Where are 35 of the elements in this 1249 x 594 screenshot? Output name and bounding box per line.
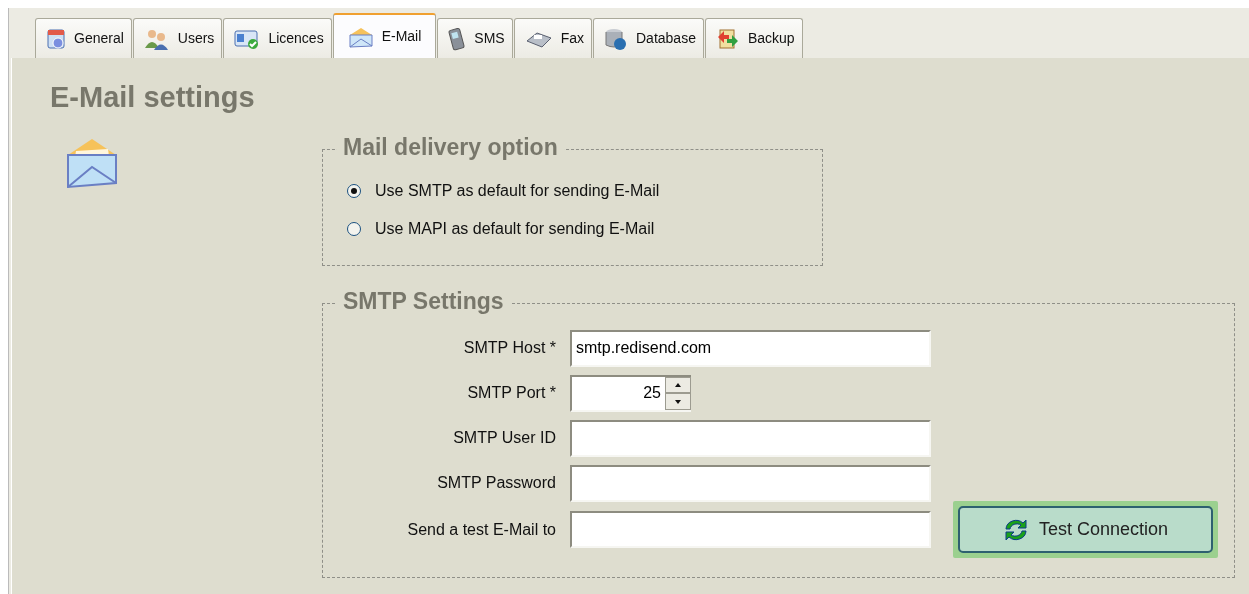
tab[interactable]: Licences bbox=[223, 18, 332, 58]
down-arrow-icon bbox=[675, 399, 681, 404]
tab[interactable]: General bbox=[35, 18, 132, 58]
field-label: SMTP Password bbox=[436, 473, 557, 494]
spin-down-button[interactable] bbox=[665, 393, 691, 410]
field-label: SMTP Host * bbox=[462, 338, 557, 359]
field-label: Send a test E-Mail to bbox=[406, 519, 557, 540]
tab[interactable]: SMS bbox=[437, 18, 513, 58]
phone-icon bbox=[448, 26, 467, 51]
input-field[interactable] bbox=[570, 511, 931, 549]
up-arrow-icon bbox=[675, 383, 681, 388]
database-icon bbox=[604, 26, 628, 51]
id-card-icon bbox=[234, 27, 261, 50]
radio-button[interactable] bbox=[347, 183, 361, 198]
tab[interactable]: Users bbox=[132, 18, 223, 58]
field-label: SMTP User ID bbox=[452, 428, 557, 449]
input-field[interactable] bbox=[570, 419, 931, 457]
refresh-icon bbox=[1002, 517, 1029, 542]
tab[interactable]: Backup bbox=[704, 18, 803, 58]
number-field[interactable]: 25 bbox=[570, 374, 665, 412]
radio-button[interactable] bbox=[347, 221, 361, 236]
radio-label[interactable]: Use SMTP as default for sending E-Mail bbox=[375, 178, 660, 203]
envelope-icon bbox=[347, 25, 374, 48]
input-field[interactable]: smtp.redisend.com bbox=[570, 329, 931, 367]
page-heading: E-Mail settings bbox=[50, 80, 256, 115]
tab[interactable]: E-Mail bbox=[332, 13, 437, 58]
radio-label[interactable]: Use MAPI as default for sending E-Mail bbox=[375, 216, 655, 241]
tab[interactable]: Fax bbox=[513, 18, 592, 58]
spin-up-button[interactable] bbox=[665, 376, 691, 394]
users-icon bbox=[143, 27, 170, 50]
input-field[interactable] bbox=[570, 464, 931, 502]
calendar-icon bbox=[46, 27, 66, 50]
test-connection-button[interactable]: Test Connection bbox=[958, 506, 1213, 554]
tab[interactable]: Database bbox=[593, 18, 704, 58]
field-label: SMTP Port * bbox=[466, 383, 557, 404]
